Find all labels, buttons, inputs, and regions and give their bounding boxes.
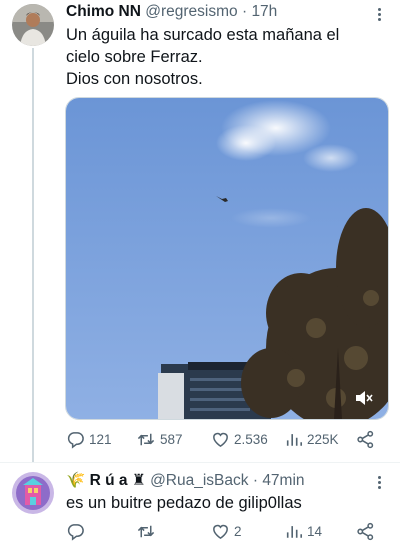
- tweet-header: Chimo NN @regresismo · 17h: [66, 3, 277, 21]
- reply-author-name[interactable]: R ú a: [90, 472, 128, 489]
- reply-share-button[interactable]: [356, 522, 375, 541]
- share-button[interactable]: [356, 430, 375, 449]
- reply-views-button[interactable]: 14: [285, 522, 322, 541]
- views-count: 225K: [307, 432, 339, 447]
- heart-icon: [213, 524, 228, 540]
- wheat-icon: 🌾: [66, 472, 86, 489]
- heart-icon: [213, 432, 228, 448]
- more-options-icon[interactable]: [378, 6, 382, 23]
- tweet-text-line: cielo sobre Ferraz.: [66, 48, 203, 66]
- author-handle[interactable]: @regresismo: [145, 3, 237, 20]
- share-icon: [357, 522, 374, 541]
- reply-like-button[interactable]: 2: [211, 522, 242, 541]
- retweet-icon: [137, 433, 155, 446]
- reply-retweet-button[interactable]: [136, 522, 160, 541]
- reply-icon: [67, 524, 84, 541]
- tweet-action-bar: 121 587 2.536 225K: [66, 430, 386, 452]
- views-button[interactable]: 225K: [285, 430, 339, 449]
- tweet-text: Un águila ha surcado esta mañana el ciel…: [66, 24, 339, 90]
- reply-time[interactable]: 47min: [262, 472, 304, 489]
- reply-like-count: 2: [234, 524, 242, 539]
- author-avatar[interactable]: [12, 4, 54, 46]
- reply-header: 🌾 R ú a ♜ @Rua_isBack · 47min: [66, 471, 305, 490]
- retweet-count: 587: [160, 432, 183, 447]
- divider: [0, 462, 400, 463]
- retweet-button[interactable]: 587: [136, 430, 183, 449]
- reply-views-count: 14: [307, 524, 323, 539]
- reply-reply-button[interactable]: [66, 522, 89, 541]
- separator-dot: ·: [252, 472, 258, 489]
- reply-action-bar: 2 14: [66, 522, 386, 544]
- reply-handle[interactable]: @Rua_isBack: [150, 472, 248, 489]
- reply-more-options-icon[interactable]: [378, 474, 382, 491]
- tweet-text-line: Dios con nosotros.: [66, 70, 203, 88]
- reply-button[interactable]: 121: [66, 430, 112, 449]
- reply-icon: [67, 432, 84, 449]
- like-button[interactable]: 2.536: [211, 430, 268, 449]
- tweet-video[interactable]: [65, 97, 389, 420]
- like-count: 2.536: [234, 432, 268, 447]
- reply-count: 121: [89, 432, 112, 447]
- separator-dot: ·: [241, 3, 248, 20]
- author-name[interactable]: Chimo NN: [66, 3, 141, 20]
- reply-avatar[interactable]: [12, 472, 54, 514]
- tweet-text-line: Un águila ha surcado esta mañana el: [66, 26, 340, 44]
- thread-line: [32, 48, 34, 463]
- mute-icon[interactable]: [353, 387, 375, 409]
- share-icon: [357, 430, 374, 449]
- retweet-icon: [137, 525, 155, 538]
- views-chart-icon: [286, 434, 303, 446]
- tweet-time[interactable]: 17h: [251, 3, 277, 20]
- rook-icon: ♜: [131, 472, 146, 489]
- views-chart-icon: [286, 526, 303, 538]
- reply-text: es un buitre pedazo de gilip0llas: [66, 494, 302, 512]
